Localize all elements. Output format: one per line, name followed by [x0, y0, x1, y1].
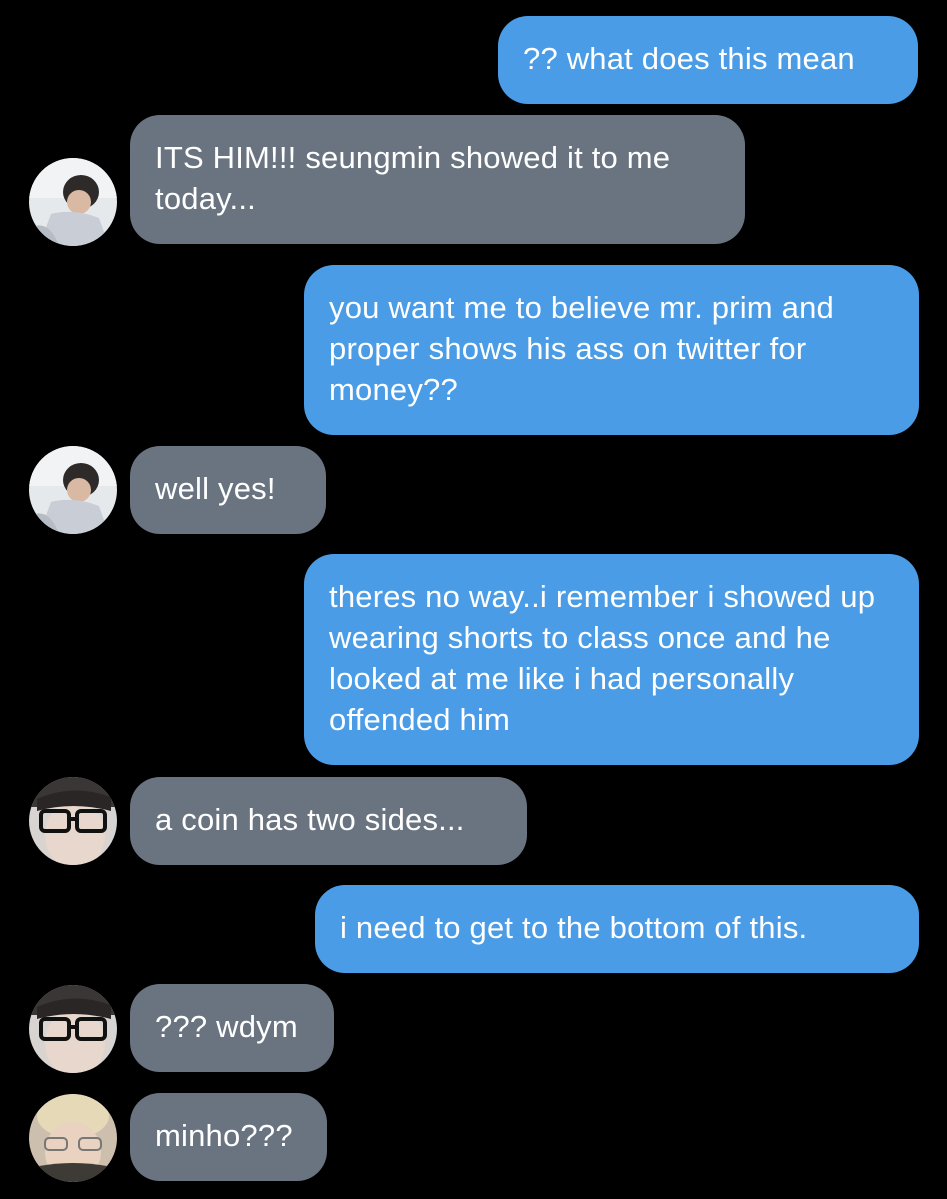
sender-avatar-icon[interactable] [29, 446, 117, 534]
message-text: ??? wdym [155, 1009, 298, 1044]
incoming-message-bubble[interactable]: minho??? [130, 1093, 327, 1181]
chat-thread: ?? what does this mean ITS HIM!!! seungm… [0, 0, 947, 1199]
sender-avatar-icon[interactable] [29, 985, 117, 1073]
sender-avatar-icon[interactable] [29, 777, 117, 865]
message-text: ?? what does this mean [523, 41, 855, 76]
message-text: i need to get to the bottom of this. [340, 910, 808, 945]
incoming-message-bubble[interactable]: a coin has two sides... [130, 777, 527, 865]
incoming-message-bubble[interactable]: ??? wdym [130, 984, 334, 1072]
message-text: a coin has two sides... [155, 802, 465, 837]
outgoing-message-bubble[interactable]: i need to get to the bottom of this. [315, 885, 919, 973]
outgoing-message-bubble[interactable]: theres no way..i remember i showed up we… [304, 554, 919, 765]
outgoing-message-bubble[interactable]: you want me to believe mr. prim and prop… [304, 265, 919, 435]
message-text: ITS HIM!!! seungmin showed it to me toda… [155, 140, 671, 216]
outgoing-message-bubble[interactable]: ?? what does this mean [498, 16, 918, 104]
message-text: you want me to believe mr. prim and prop… [329, 290, 834, 407]
sender-avatar-icon[interactable] [29, 1094, 117, 1182]
incoming-message-bubble[interactable]: ITS HIM!!! seungmin showed it to me toda… [130, 115, 745, 244]
message-text: theres no way..i remember i showed up we… [329, 579, 876, 737]
message-text: well yes! [155, 471, 276, 506]
message-text: minho??? [155, 1118, 293, 1153]
incoming-message-bubble[interactable]: well yes! [130, 446, 326, 534]
sender-avatar-icon[interactable] [29, 158, 117, 246]
